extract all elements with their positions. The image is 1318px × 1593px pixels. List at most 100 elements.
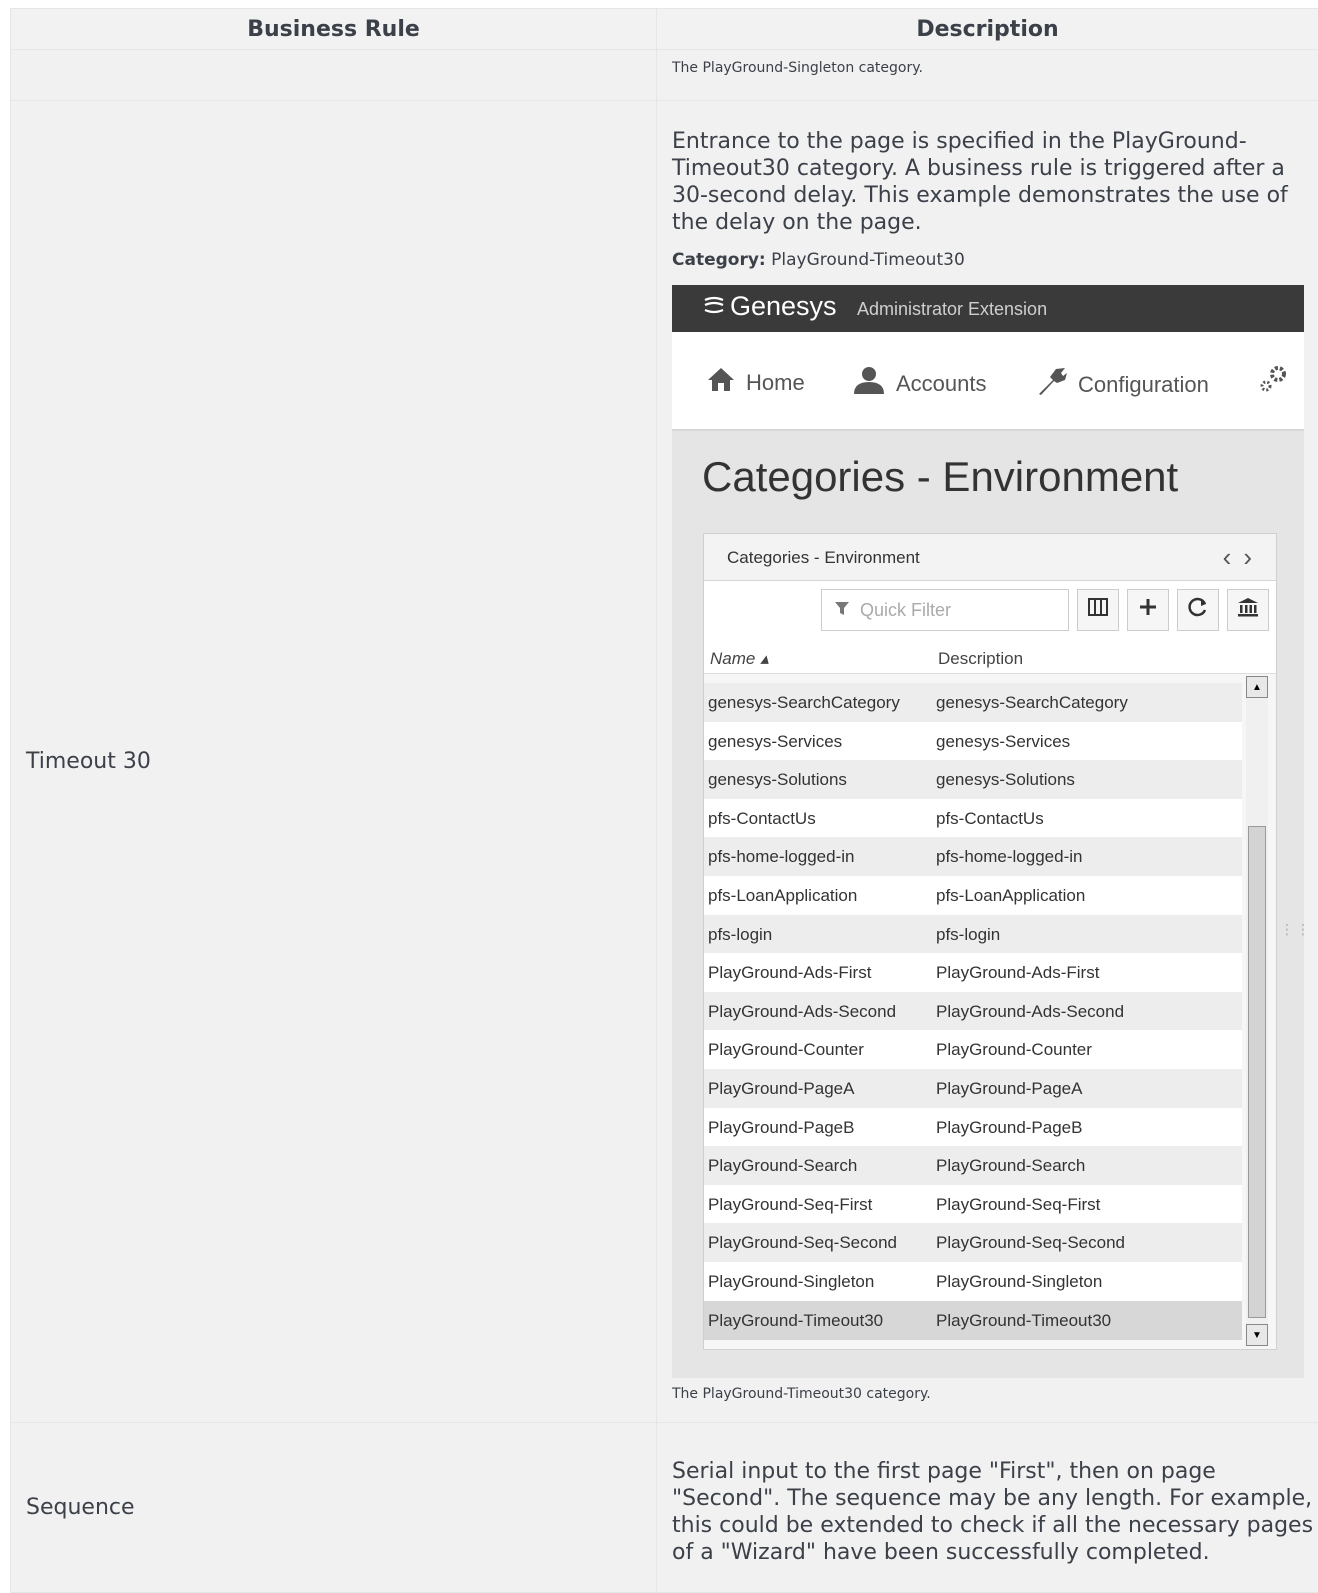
grid-row[interactable]: PlayGround-Ads-First PlayGround-Ads-First bbox=[704, 953, 1242, 992]
cell-name: pfs-login bbox=[708, 925, 772, 945]
nav-more-settings[interactable] bbox=[1256, 362, 1290, 403]
categories-panel: Categories - Environment ‹› Quick Filter bbox=[703, 533, 1277, 1350]
cell-description: PlayGround-Seq-Second bbox=[936, 1233, 1125, 1253]
grid-row[interactable]: PlayGround-Counter PlayGround-Counter bbox=[704, 1030, 1242, 1069]
grid-row[interactable]: genesys-Services genesys-Services bbox=[704, 722, 1242, 761]
grid-row[interactable]: PlayGround-PageBPlayGround-PageB bbox=[704, 1108, 1242, 1147]
scrollbar-thumb[interactable] bbox=[1248, 826, 1266, 1318]
category-label: Category: bbox=[672, 250, 766, 270]
cell-name: genesys-Services bbox=[708, 732, 842, 752]
filter-icon bbox=[834, 600, 850, 621]
scroll-up-arrow-icon[interactable]: ▲ bbox=[1246, 676, 1268, 698]
nav-home[interactable]: Home bbox=[706, 366, 805, 399]
cell-name: genesys-Solutions bbox=[708, 770, 847, 790]
grid-row[interactable]: PlayGround-Singleton PlayGround-Singleton bbox=[704, 1262, 1242, 1301]
cell-description: PlayGround-Singleton bbox=[936, 1272, 1102, 1292]
column-header-description[interactable]: Description bbox=[938, 649, 1023, 669]
nav-accounts[interactable]: Accounts bbox=[852, 366, 987, 401]
refresh-icon bbox=[1187, 596, 1209, 624]
grid-row[interactable]: PlayGround-PageA PlayGround-PageA bbox=[704, 1069, 1242, 1108]
chevron-right-icon[interactable]: › bbox=[1243, 542, 1264, 572]
image-caption: The PlayGround-Singleton category. bbox=[672, 60, 1318, 76]
grid-row[interactable]: pfs-ContactUs pfs-ContactUs bbox=[704, 799, 1242, 838]
grid-row[interactable]: genesys-SearchCategory genesys-SearchCate… bbox=[704, 683, 1242, 722]
cell-description: pfs-login bbox=[936, 925, 1000, 945]
grid-header: Name ▴ Description bbox=[704, 637, 1276, 674]
nav-label: Configuration bbox=[1078, 372, 1209, 398]
refresh-button[interactable] bbox=[1177, 589, 1219, 631]
table-header-row: Business Rule Description bbox=[11, 9, 1318, 50]
header-description: Description bbox=[657, 9, 1318, 50]
page-title: Categories - Environment bbox=[702, 453, 1178, 501]
grid-row[interactable]: pfs-home-logged-in pfs-home-logged-in bbox=[704, 837, 1242, 876]
quick-filter-input[interactable]: Quick Filter bbox=[821, 589, 1069, 631]
grid-row[interactable]: PlayGround-Seq-FirstPlayGround-Seq-First bbox=[704, 1185, 1242, 1224]
category-line: Category: PlayGround-Timeout30 bbox=[672, 250, 1318, 270]
cell-name: PlayGround-Ads-First bbox=[708, 963, 871, 983]
resize-handle-icon[interactable]: ⋮⋮ bbox=[1280, 922, 1312, 938]
panel-toolbar: Quick Filter bbox=[704, 581, 1276, 637]
chevron-left-icon[interactable]: ‹ bbox=[1223, 542, 1244, 572]
table-row: The PlayGround-Singleton category. bbox=[11, 50, 1318, 101]
brand-name: Genesys bbox=[730, 291, 837, 322]
cell-description: PlayGround-Timeout30 bbox=[936, 1311, 1111, 1331]
cell-description: PlayGround-Counter bbox=[936, 1040, 1092, 1060]
cell-description: pfs-LoanApplication bbox=[936, 886, 1085, 906]
cell-name: genesys-SearchCategory bbox=[708, 693, 900, 713]
columns-button[interactable] bbox=[1077, 589, 1119, 631]
grid-row[interactable]: pfs-LoanApplicationpfs-LoanApplication bbox=[704, 876, 1242, 915]
cell-description: genesys-Services bbox=[936, 732, 1070, 752]
business-rules-table: Business Rule Description The PlayGround… bbox=[10, 8, 1318, 1593]
cell-name: PlayGround-Seq-Second bbox=[708, 1233, 897, 1253]
quick-filter-placeholder: Quick Filter bbox=[860, 600, 951, 621]
cell-description: pfs-ContactUs bbox=[936, 809, 1044, 829]
cell-description: PlayGround-Ads-First bbox=[936, 963, 1099, 983]
cell-description: PlayGround-PageB bbox=[936, 1118, 1082, 1138]
grid-row[interactable]: PlayGround-SearchPlayGround-Search bbox=[704, 1146, 1242, 1185]
grid-row[interactable]: PlayGround-Seq-Second PlayGround-Seq-Seco… bbox=[704, 1223, 1242, 1262]
cell-name: pfs-home-logged-in bbox=[708, 847, 854, 867]
grid-row[interactable]: genesys-Solutions genesys-Solutions bbox=[704, 760, 1242, 799]
cell-description: pfs-home-logged-in bbox=[936, 847, 1082, 867]
grid-row[interactable]: PlayGround-Timeout30 PlayGround-Timeout30 bbox=[704, 1301, 1242, 1340]
panel-title: Categories - Environment bbox=[727, 548, 920, 568]
rule-description-cell: The PlayGround-Singleton category. bbox=[657, 50, 1318, 101]
rule-description-text: Entrance to the page is specified in the… bbox=[672, 128, 1318, 236]
wrench-icon bbox=[1036, 366, 1068, 403]
table-row: Sequence Serial input to the first page … bbox=[11, 1423, 1318, 1593]
cell-description: genesys-Solutions bbox=[936, 770, 1075, 790]
cell-name: PlayGround-PageA bbox=[708, 1079, 854, 1099]
grid-row[interactable]: PlayGround-Ads-SecondPlayGround-Ads-Seco… bbox=[704, 992, 1242, 1031]
grid-body: genesys-SearchCategory genesys-SearchCate… bbox=[704, 673, 1242, 1345]
category-value: PlayGround-Timeout30 bbox=[771, 250, 965, 270]
cell-description: PlayGround-PageA bbox=[936, 1079, 1082, 1099]
home-icon bbox=[706, 366, 736, 399]
grid-scrollbar[interactable]: ▲ ▼ bbox=[1246, 676, 1268, 1346]
add-button[interactable] bbox=[1127, 589, 1169, 631]
rule-description-text: Serial input to the first page "First", … bbox=[672, 1458, 1318, 1566]
app-navbar: Home Accounts Configuration bbox=[672, 332, 1304, 431]
gears-icon bbox=[1256, 362, 1290, 403]
scroll-down-arrow-icon[interactable]: ▼ bbox=[1246, 1324, 1268, 1346]
cell-name: PlayGround-Counter bbox=[708, 1040, 864, 1060]
cell-name: PlayGround-Ads-Second bbox=[708, 1002, 896, 1022]
app-topbar: Genesys Administrator Extension bbox=[672, 285, 1304, 332]
bank-icon bbox=[1237, 596, 1259, 624]
rule-description-cell: Serial input to the first page "First", … bbox=[657, 1423, 1318, 1593]
grid-row[interactable]: pfs-login pfs-login bbox=[704, 915, 1242, 954]
cell-name: PlayGround-Singleton bbox=[708, 1272, 874, 1292]
nav-configuration[interactable]: Configuration bbox=[1036, 366, 1209, 403]
cell-name: pfs-ContactUs bbox=[708, 809, 816, 829]
rule-name-cell: Sequence bbox=[11, 1423, 657, 1593]
table-row: Timeout 30 Entrance to the page is speci… bbox=[11, 101, 1318, 1423]
cell-description: PlayGround-Seq-First bbox=[936, 1195, 1100, 1215]
cell-name: PlayGround-Timeout30 bbox=[708, 1311, 883, 1331]
header-business-rule: Business Rule bbox=[11, 9, 657, 50]
rule-description-cell: Entrance to the page is specified in the… bbox=[657, 101, 1318, 1423]
panel-header: Categories - Environment ‹› bbox=[704, 534, 1276, 581]
cell-description: genesys-SearchCategory bbox=[936, 693, 1128, 713]
admin-screenshot: Genesys Administrator Extension Home bbox=[672, 285, 1304, 1378]
cell-name: PlayGround-Search bbox=[708, 1156, 857, 1176]
tenant-button[interactable] bbox=[1227, 589, 1269, 631]
column-header-name[interactable]: Name ▴ bbox=[710, 649, 769, 669]
